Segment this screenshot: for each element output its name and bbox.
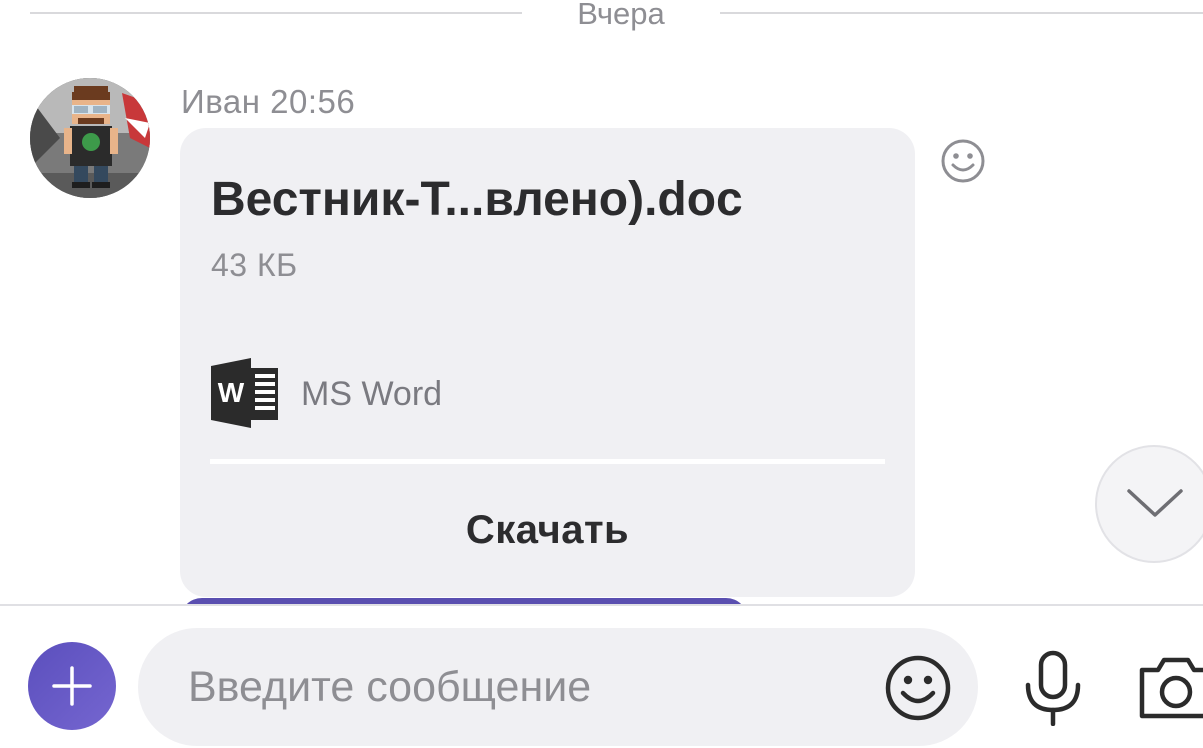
message-composer [0,606,1203,748]
file-message-bubble[interactable]: Вестник-Т...влено).doc 43 КБ W MS Word С… [180,128,915,597]
chevron-down-icon [1127,489,1183,517]
sender-avatar[interactable] [30,78,150,198]
date-divider: Вчера [0,0,1203,31]
message-input-wrapper [138,628,978,746]
attach-button[interactable] [28,642,116,730]
camera-icon[interactable] [1138,652,1203,722]
emoji-picker-button[interactable] [884,654,952,722]
microphone-icon[interactable] [1022,650,1084,726]
smile-icon[interactable] [940,138,986,184]
message-input[interactable] [188,628,868,746]
divider-line-left [30,12,522,14]
ms-word-icon: W [211,358,278,428]
date-label: Вчера [577,0,665,31]
download-button[interactable]: Скачать [180,464,915,597]
file-name: Вестник-Т...влено).doc [211,173,743,226]
plus-icon [52,666,92,706]
user-avatar-image [30,78,150,198]
divider-line-right [720,12,1203,14]
scroll-down-button[interactable] [1095,445,1203,563]
file-size: 43 КБ [211,247,298,283]
download-button-label: Скачать [465,508,630,552]
svg-text:W: W [218,377,245,408]
file-app-name: MS Word [301,375,443,413]
message-sender-time: Иван 20:56 [181,83,356,120]
